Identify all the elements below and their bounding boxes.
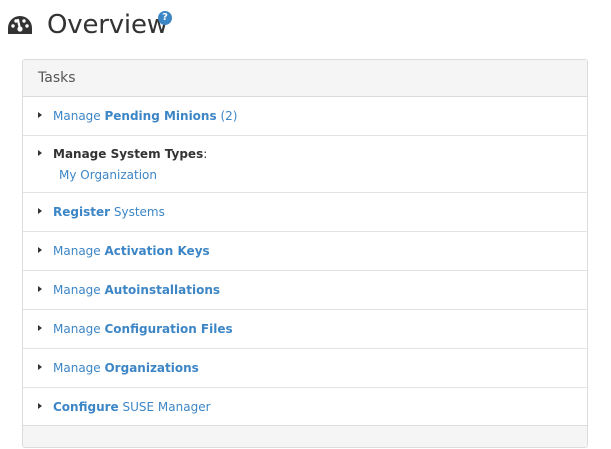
caret-right-icon xyxy=(38,403,42,409)
panel-heading: Tasks xyxy=(23,60,587,97)
caret-right-icon xyxy=(38,150,42,156)
tasks-panel: Tasks Manage Pending Minions (2) Manage … xyxy=(22,59,588,448)
caret-right-icon xyxy=(38,247,42,253)
caret-right-icon xyxy=(38,112,42,118)
caret-right-icon xyxy=(38,286,42,292)
task-manage-organizations[interactable]: Manage Organizations xyxy=(23,349,587,388)
gauge-icon xyxy=(8,16,32,34)
caret-right-icon xyxy=(38,325,42,331)
panel-footer xyxy=(23,425,587,447)
task-link[interactable]: Manage Autoinstallations xyxy=(53,282,220,298)
task-link[interactable]: Manage Configuration Files xyxy=(53,321,233,337)
task-manage-activation-keys[interactable]: Manage Activation Keys xyxy=(23,232,587,271)
task-link[interactable]: Manage Pending Minions (2) xyxy=(53,108,237,124)
task-manage-configuration-files[interactable]: Manage Configuration Files xyxy=(23,310,587,349)
page-header: Overview ? xyxy=(0,0,611,58)
task-label: Manage System Types: xyxy=(53,147,208,161)
task-configure-suse-manager[interactable]: Configure SUSE Manager xyxy=(23,388,587,427)
my-organization-link[interactable]: My Organization xyxy=(59,167,157,183)
task-link[interactable]: Manage Organizations xyxy=(53,360,199,376)
page-title: Overview xyxy=(47,10,168,40)
caret-right-icon xyxy=(38,208,42,214)
task-manage-pending-minions[interactable]: Manage Pending Minions (2) xyxy=(23,97,587,136)
task-register-systems[interactable]: Register Systems xyxy=(23,193,587,232)
task-manage-autoinstallations[interactable]: Manage Autoinstallations xyxy=(23,271,587,310)
caret-right-icon xyxy=(38,364,42,370)
task-manage-system-types: Manage System Types: My Organization xyxy=(23,136,587,193)
task-link[interactable]: Configure SUSE Manager xyxy=(53,399,211,415)
question-circle-icon[interactable]: ? xyxy=(158,11,172,25)
task-link[interactable]: Register Systems xyxy=(53,204,165,220)
task-link[interactable]: Manage Activation Keys xyxy=(53,243,210,259)
